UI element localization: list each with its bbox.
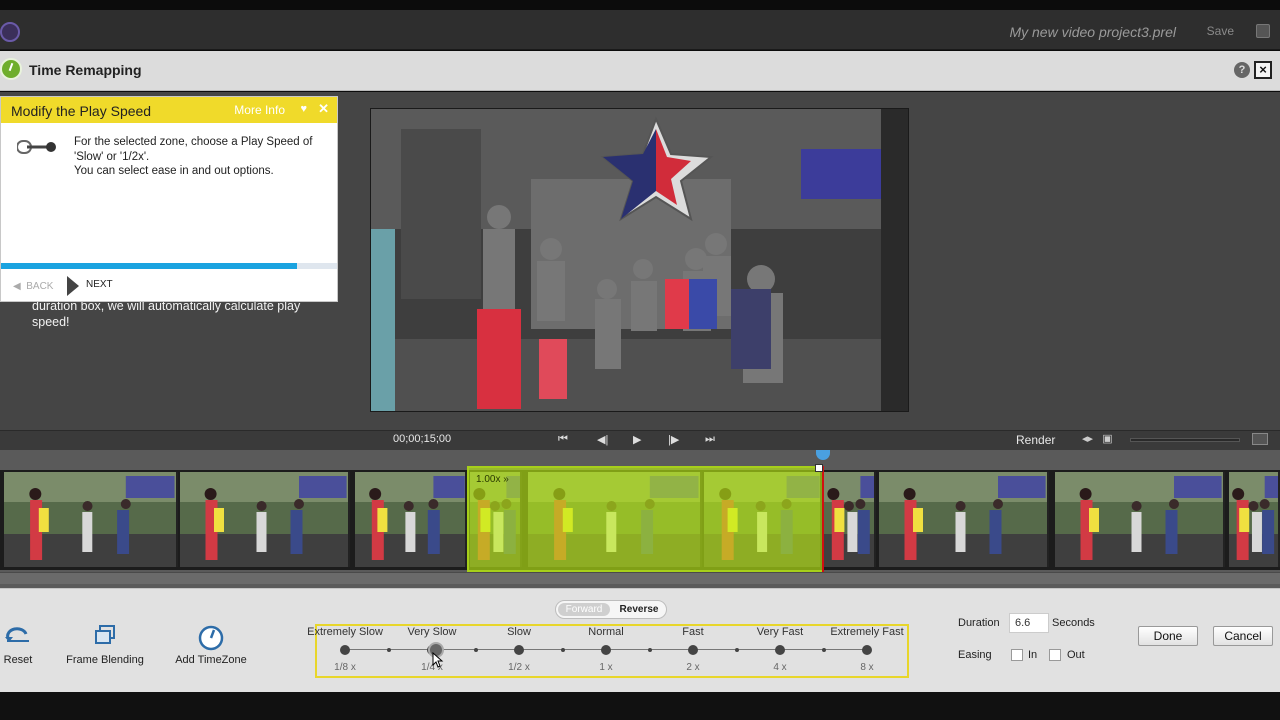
speed-label[interactable]: Very Slow [408,626,457,638]
speed-stop[interactable] [775,645,785,655]
speed-value: 1/8 x [334,662,356,673]
close-icon[interactable]: × [1254,61,1272,79]
speed-value: 4 x [773,662,787,673]
video-preview[interactable] [370,108,909,412]
speed-value: 2 x [686,662,700,673]
next-label: NEXT [86,279,113,290]
tip-body: For the selected zone, choose a Play Spe… [74,136,313,177]
speed-label[interactable]: Very Fast [757,626,803,638]
speed-stop[interactable] [862,645,872,655]
panel-title: Time Remapping [29,62,142,78]
tip-progress-fill [1,263,297,269]
zoom-fit-icon[interactable]: ◂▸ ▣ [1082,432,1113,445]
speed-stop[interactable] [688,645,698,655]
back-label: BACK [26,281,54,292]
reset-button[interactable]: Reset [2,625,34,666]
goto-start-button[interactable]: ⏮ [558,433,568,446]
reverse-option[interactable]: Reverse [616,603,662,616]
more-info-link[interactable]: More Info [234,103,285,117]
add-timezone-label: Add TimeZone [175,654,247,666]
speed-value: 1/2 x [508,662,530,673]
speed-minor-stop[interactable] [821,648,826,652]
tip-progress-bar [1,263,337,269]
zone-end-handle[interactable] [822,466,824,574]
frame-blending-icon [95,625,115,644]
speed-stop[interactable] [601,645,611,655]
speed-minor-stop[interactable] [386,648,391,652]
duration-unit: Seconds [1052,617,1095,629]
speed-label[interactable]: Extremely Fast [830,626,903,638]
speed-minor-stop[interactable] [734,648,739,652]
tip-header: Modify the Play Speed More Info ♥ ✕ [1,97,337,123]
bottom-bar [0,692,1280,720]
render-button[interactable]: Render [1016,433,1055,447]
timecode: 00;00;15;00 [393,433,452,445]
done-button[interactable]: Done [1138,626,1198,646]
step-back-button[interactable]: ◀| [597,433,608,446]
tip-title: Modify the Play Speed [11,103,152,119]
speed-minor-stop[interactable] [473,648,478,652]
favorite-icon[interactable]: ♥ [300,103,307,115]
frame-blending-label: Frame Blending [66,654,144,666]
save-button[interactable]: Save [1207,24,1234,38]
tip-next-button[interactable]: NEXT [67,276,113,296]
time-remapping-icon [0,58,22,80]
filmstrip-frame [1055,472,1225,567]
save-icon[interactable] [1256,24,1270,38]
time-zone-selection[interactable] [467,466,824,572]
filmstrip-frame [879,472,1049,567]
ease-in-checkbox[interactable] [1011,649,1023,661]
zone-speed-label: 1.00x » [476,474,509,485]
project-title: My new video project3.prel [1009,24,1176,40]
reset-icon [5,627,29,642]
guided-tip-panel: Modify the Play Speed More Info ♥ ✕ For … [0,96,338,302]
ease-out-checkbox[interactable] [1049,649,1061,661]
speed-minor-stop[interactable] [647,648,652,652]
filmstrip-frame [355,472,467,567]
ease-in-label: In [1028,649,1038,661]
direction-toggle[interactable]: Forward Reverse [555,600,667,619]
video-frame-image [371,109,908,411]
forward-option[interactable]: Forward [558,603,610,616]
app-window: My new video project3.prel Save Time Rem… [0,0,1280,720]
frame-blending-button[interactable]: Frame Blending [60,625,150,666]
speed-label[interactable]: Fast [682,626,703,638]
filmstrip-frame [180,472,350,567]
play-button[interactable]: ▶ [633,433,641,446]
filmstrip-frame [4,472,178,567]
speed-value: 1 x [599,662,613,673]
instruction-text: duration box, we will automatically calc… [32,299,301,329]
speed-label[interactable]: Normal [588,626,623,638]
cursor-slider-icon [17,140,56,154]
filmstrip-frame [824,472,876,567]
panel-titlebar [0,51,1280,91]
zoom-slider[interactable] [1130,438,1240,442]
reset-label: Reset [3,654,33,666]
speed-value: 8 x [860,662,874,673]
add-timezone-button[interactable]: Add TimeZone [170,625,252,666]
speed-minor-stop[interactable] [560,648,565,652]
duration-field[interactable] [1009,613,1049,633]
mouse-cursor-icon [432,652,444,668]
easing-label: Easing [958,649,992,661]
ease-out-label: Out [1067,649,1085,661]
speed-label[interactable]: Slow [507,626,531,638]
tip-back-button[interactable]: ◀ BACK [13,281,53,292]
tip-close-icon[interactable]: ✕ [318,101,329,117]
step-forward-button[interactable]: |▶ [668,433,679,446]
goto-end-button[interactable]: ⏭ [705,433,715,446]
app-logo-icon [0,22,20,42]
speed-stop[interactable] [340,645,350,655]
fit-timeline-icon[interactable] [1252,433,1268,445]
zone-close-handle[interactable] [815,464,823,472]
filmstrip-frame [1229,472,1280,567]
timeline-scrollbar[interactable] [0,572,1280,584]
help-icon[interactable]: ? [1234,62,1250,78]
add-timezone-icon [198,625,224,651]
speed-label[interactable]: Extremely Slow [307,626,383,638]
cancel-button[interactable]: Cancel [1213,626,1273,646]
duration-label: Duration [958,617,1000,629]
speed-stop[interactable] [514,645,524,655]
